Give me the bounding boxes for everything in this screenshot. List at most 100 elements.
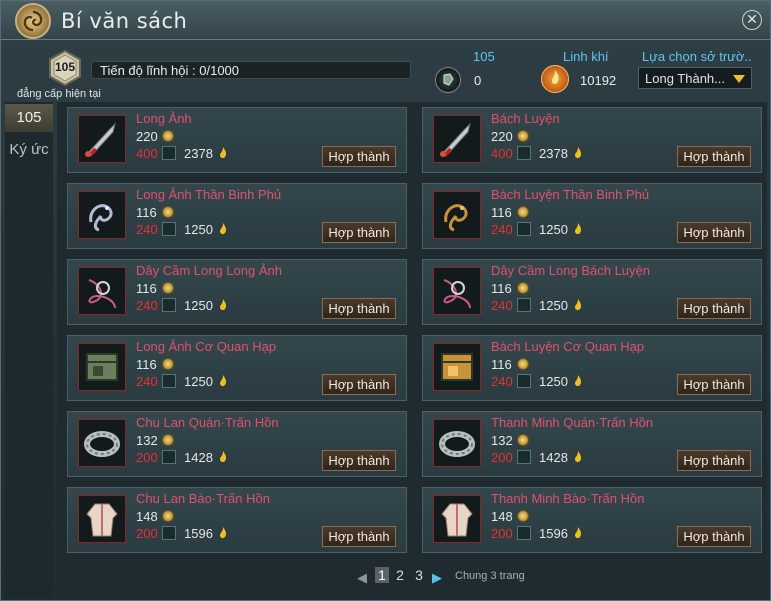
item-name: Bách Luyện Thần Binh Phủ xyxy=(491,187,650,202)
recipe-card: Bách Luyện Thần Binh Phủ 116 240 1250 Hợp th… xyxy=(422,183,762,249)
craft-button[interactable]: Hợp thành xyxy=(677,374,751,395)
gem-icon xyxy=(517,374,531,388)
level-value: 105 xyxy=(54,60,76,74)
robe-icon[interactable] xyxy=(433,495,481,543)
craft-button[interactable]: Hợp thành xyxy=(322,298,396,319)
item-cost: 220 xyxy=(136,129,158,144)
craft-button[interactable]: Hợp thành xyxy=(322,374,396,395)
item-name: Thanh Minh Bào·Trấn Hồn xyxy=(491,491,645,506)
sword-icon[interactable] xyxy=(433,115,481,163)
recipe-card: Thanh Minh Quán·Trấn Hồn 132 200 1428 Hợp th… xyxy=(422,411,762,477)
craft-button[interactable]: Hợp thành xyxy=(322,222,396,243)
page-2[interactable]: 2 xyxy=(393,567,407,583)
page-3[interactable]: 3 xyxy=(412,567,426,583)
item-requirement: 200 xyxy=(491,450,513,465)
item-requirement: 240 xyxy=(491,298,513,313)
coin-icon xyxy=(517,510,529,522)
coin-icon xyxy=(517,434,529,446)
craft-button[interactable]: Hợp thành xyxy=(322,526,396,547)
item-name: Bách Luyện Cơ Quan Hạp xyxy=(491,339,645,354)
coin-icon xyxy=(162,510,174,522)
spirit-flame-icon xyxy=(575,147,582,159)
item-name: Dây Cầm Long Bách Luyện xyxy=(491,263,650,278)
cord-icon[interactable] xyxy=(433,267,481,315)
page-1[interactable]: 1 xyxy=(375,567,389,583)
sidebar: 105 Ký ức xyxy=(5,102,53,598)
stat2-value: 10192 xyxy=(580,73,617,88)
gem-icon xyxy=(162,298,176,312)
gem-icon xyxy=(162,450,176,464)
item-spirit-cost: 2378 xyxy=(539,146,568,161)
game-logo-icon xyxy=(15,3,51,39)
cord-icon[interactable] xyxy=(78,267,126,315)
item-cost: 116 xyxy=(491,357,512,372)
robe-icon[interactable] xyxy=(78,495,126,543)
craft-button[interactable]: Hợp thành xyxy=(322,450,396,471)
craft-button[interactable]: Hợp thành xyxy=(677,450,751,471)
prev-page-icon[interactable]: ◀ xyxy=(357,570,367,586)
spirit-flame-icon xyxy=(575,527,582,539)
header-bar: 105 đẳng cấp hiện tại Tiến độ lĩnh hội :… xyxy=(1,40,770,102)
stat1-head: 105 xyxy=(473,49,495,64)
coin-icon xyxy=(517,130,529,142)
item-name: Long Ảnh xyxy=(136,111,192,126)
dragon-icon[interactable] xyxy=(433,191,481,239)
item-cost: 116 xyxy=(136,281,157,296)
spirit-flame-icon xyxy=(575,223,582,235)
coin-icon xyxy=(162,130,174,142)
specialty-dropdown[interactable]: Long Thành... xyxy=(638,67,752,89)
close-button[interactable]: ✕ xyxy=(742,10,762,30)
item-cost: 116 xyxy=(136,357,157,372)
bracelet-icon[interactable] xyxy=(78,419,126,467)
recipe-card: Long Ảnh 220 400 2378 Hợp thành xyxy=(67,107,407,173)
craft-button[interactable]: Hợp thành xyxy=(677,146,751,167)
spirit-flame-icon xyxy=(220,147,227,159)
chevron-down-icon xyxy=(733,75,745,83)
item-cost: 220 xyxy=(491,129,513,144)
spirit-flame-icon xyxy=(575,375,582,387)
item-requirement: 400 xyxy=(136,146,158,161)
item-cost: 148 xyxy=(491,509,513,524)
coin-icon xyxy=(162,434,174,446)
item-requirement: 240 xyxy=(136,222,158,237)
sidebar-tab-105[interactable]: 105 xyxy=(5,104,53,132)
gem-icon xyxy=(162,146,176,160)
progress-bar: Tiến độ lĩnh hội : 0/1000 xyxy=(91,61,411,79)
spirit-flame-icon xyxy=(220,527,227,539)
box-icon[interactable] xyxy=(78,343,126,391)
box-icon[interactable] xyxy=(433,343,481,391)
gem-icon xyxy=(517,526,531,540)
stat2-head: Linh khí xyxy=(563,49,609,64)
item-spirit-cost: 1596 xyxy=(184,526,213,541)
gem-icon xyxy=(517,222,531,236)
recipe-card: Dây Cầm Long Long Ảnh 116 240 1250 Hợp thành xyxy=(67,259,407,325)
coin-icon xyxy=(517,282,529,294)
next-page-icon[interactable]: ▶ xyxy=(432,570,442,586)
dragon-icon[interactable] xyxy=(78,191,126,239)
gem-icon xyxy=(517,146,531,160)
window-title: Bí văn sách xyxy=(61,9,188,33)
dropdown-value: Long Thành... xyxy=(645,71,725,86)
progress-label: Tiến độ lĩnh hội : 0/1000 xyxy=(100,63,240,78)
bracelet-icon[interactable] xyxy=(433,419,481,467)
sword-icon[interactable] xyxy=(78,115,126,163)
craft-button[interactable]: Hợp thành xyxy=(322,146,396,167)
craft-button[interactable]: Hợp thành xyxy=(677,222,751,243)
coin-icon xyxy=(517,206,529,218)
item-requirement: 240 xyxy=(136,374,158,389)
recipe-card: Chu Lan Bào·Trấn Hồn 148 200 1596 Hợp thành xyxy=(67,487,407,553)
level-caption: đẳng cấp hiện tại xyxy=(17,88,101,100)
item-requirement: 200 xyxy=(136,526,158,541)
item-name: Bách Luyện xyxy=(491,111,560,126)
craft-button[interactable]: Hợp thành xyxy=(677,298,751,319)
recipe-card: Long Ảnh Cơ Quan Hạp 116 240 1250 Hợp thành xyxy=(67,335,407,401)
spirit-flame-icon xyxy=(220,223,227,235)
craft-button[interactable]: Hợp thành xyxy=(677,526,751,547)
sidebar-tab-memory[interactable]: Ký ức xyxy=(5,136,53,164)
item-spirit-cost: 1250 xyxy=(184,222,213,237)
coin-icon xyxy=(162,358,174,370)
item-cost: 116 xyxy=(491,205,512,220)
item-requirement: 240 xyxy=(491,374,513,389)
spirit-flame-icon xyxy=(220,299,227,311)
item-cost: 116 xyxy=(136,205,157,220)
